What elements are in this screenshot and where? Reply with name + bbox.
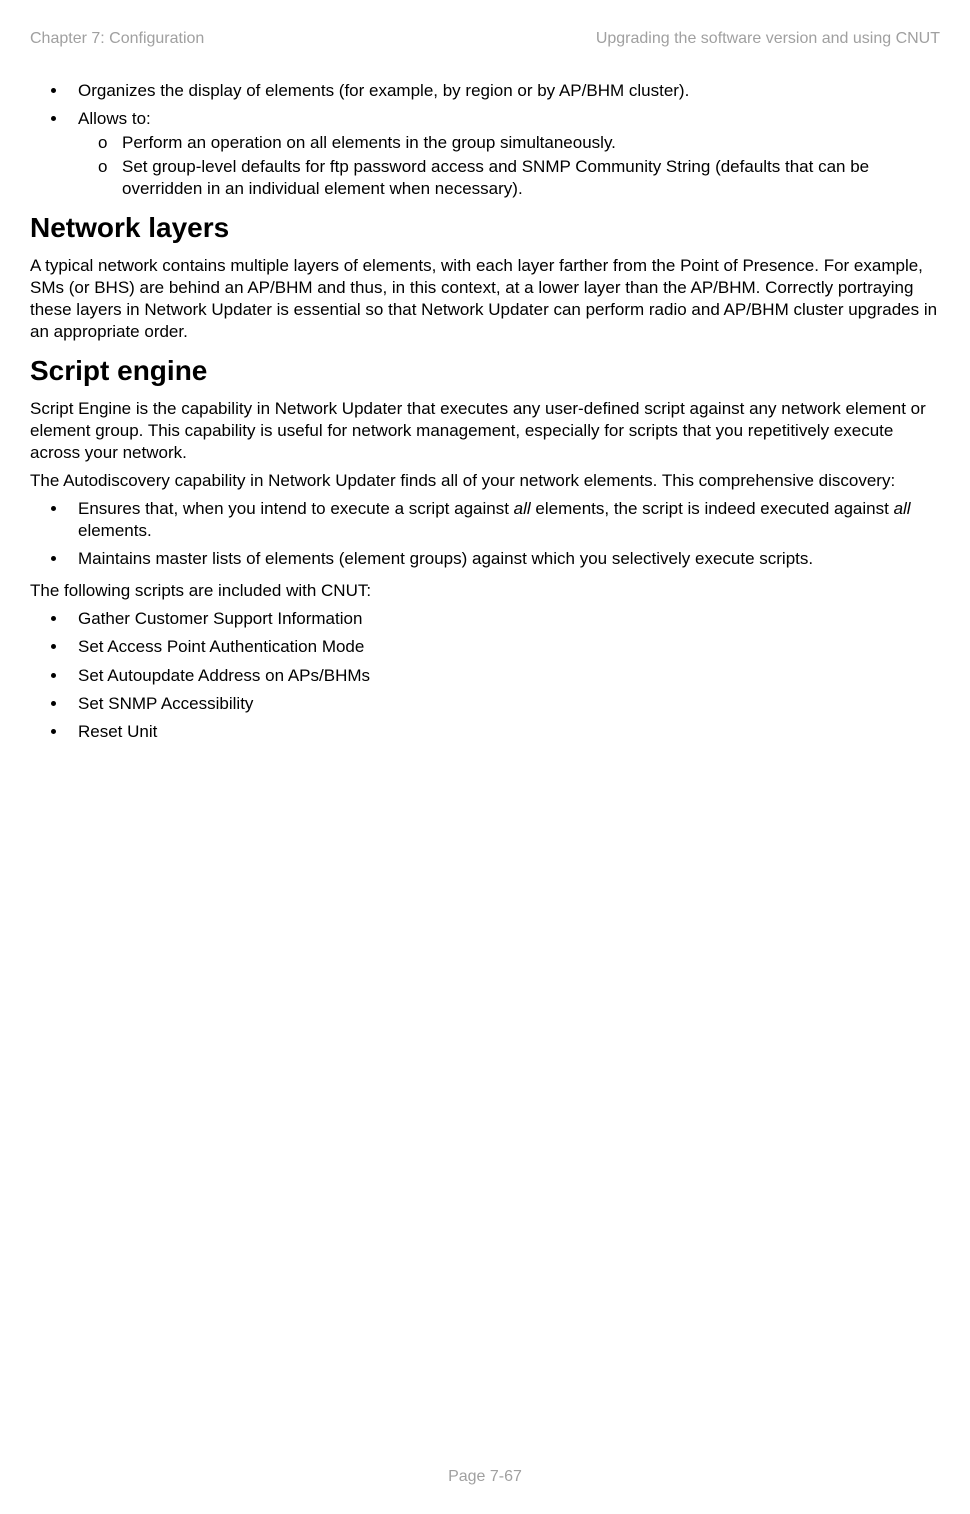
paragraph: Script Engine is the capability in Netwo… — [30, 398, 940, 464]
discovery-bullet-list: Ensures that, when you intend to execute… — [30, 498, 940, 570]
list-item: Allows to: oPerform an operation on all … — [68, 108, 940, 200]
scripts-bullet-list: Gather Customer Support Information Set … — [30, 608, 940, 742]
intro-bullet-list: Organizes the display of elements (for e… — [30, 80, 940, 200]
list-item: oPerform an operation on all elements in… — [98, 132, 940, 154]
sub-list: oPerform an operation on all elements in… — [78, 132, 940, 200]
list-item: Reset Unit — [68, 721, 940, 743]
heading-script-engine: Script engine — [30, 353, 940, 389]
list-item: Set SNMP Accessibility — [68, 693, 940, 715]
page-content: Organizes the display of elements (for e… — [30, 80, 940, 743]
text-segment: elements. — [78, 521, 152, 540]
header-left: Chapter 7: Configuration — [30, 30, 204, 48]
list-item: Maintains master lists of elements (elem… — [68, 548, 940, 570]
paragraph: The Autodiscovery capability in Network … — [30, 470, 940, 492]
page-header: Chapter 7: Configuration Upgrading the s… — [30, 30, 940, 48]
page-footer: Page 7-67 — [0, 1468, 970, 1486]
list-item: Organizes the display of elements (for e… — [68, 80, 940, 102]
list-item-text: Set Autoupdate Address on APs/BHMs — [78, 666, 370, 685]
list-item-text: Organizes the display of elements (for e… — [78, 81, 689, 100]
list-item: Ensures that, when you intend to execute… — [68, 498, 940, 542]
text-segment: Ensures that, when you intend to execute… — [78, 499, 514, 518]
list-item-text: Set SNMP Accessibility — [78, 694, 253, 713]
list-item-text: Gather Customer Support Information — [78, 609, 362, 628]
list-item-text: Maintains master lists of elements (elem… — [78, 549, 813, 568]
italic-text: all — [894, 499, 911, 518]
sub-marker: o — [98, 156, 122, 200]
header-right: Upgrading the software version and using… — [596, 30, 940, 48]
italic-text: all — [514, 499, 531, 518]
paragraph: A typical network contains multiple laye… — [30, 255, 940, 343]
list-item: oSet group-level defaults for ftp passwo… — [98, 156, 940, 200]
list-item: Set Autoupdate Address on APs/BHMs — [68, 665, 940, 687]
sub-marker: o — [98, 132, 122, 154]
list-item-text: Allows to: — [78, 109, 151, 128]
list-item-text: Set group-level defaults for ftp passwor… — [122, 156, 940, 200]
list-item: Set Access Point Authentication Mode — [68, 636, 940, 658]
text-segment: elements, the script is indeed executed … — [531, 499, 894, 518]
list-item-text: Perform an operation on all elements in … — [122, 132, 616, 154]
list-item-text: Set Access Point Authentication Mode — [78, 637, 364, 656]
paragraph: The following scripts are included with … — [30, 580, 940, 602]
list-item-text: Reset Unit — [78, 722, 157, 741]
heading-network-layers: Network layers — [30, 210, 940, 246]
list-item: Gather Customer Support Information — [68, 608, 940, 630]
